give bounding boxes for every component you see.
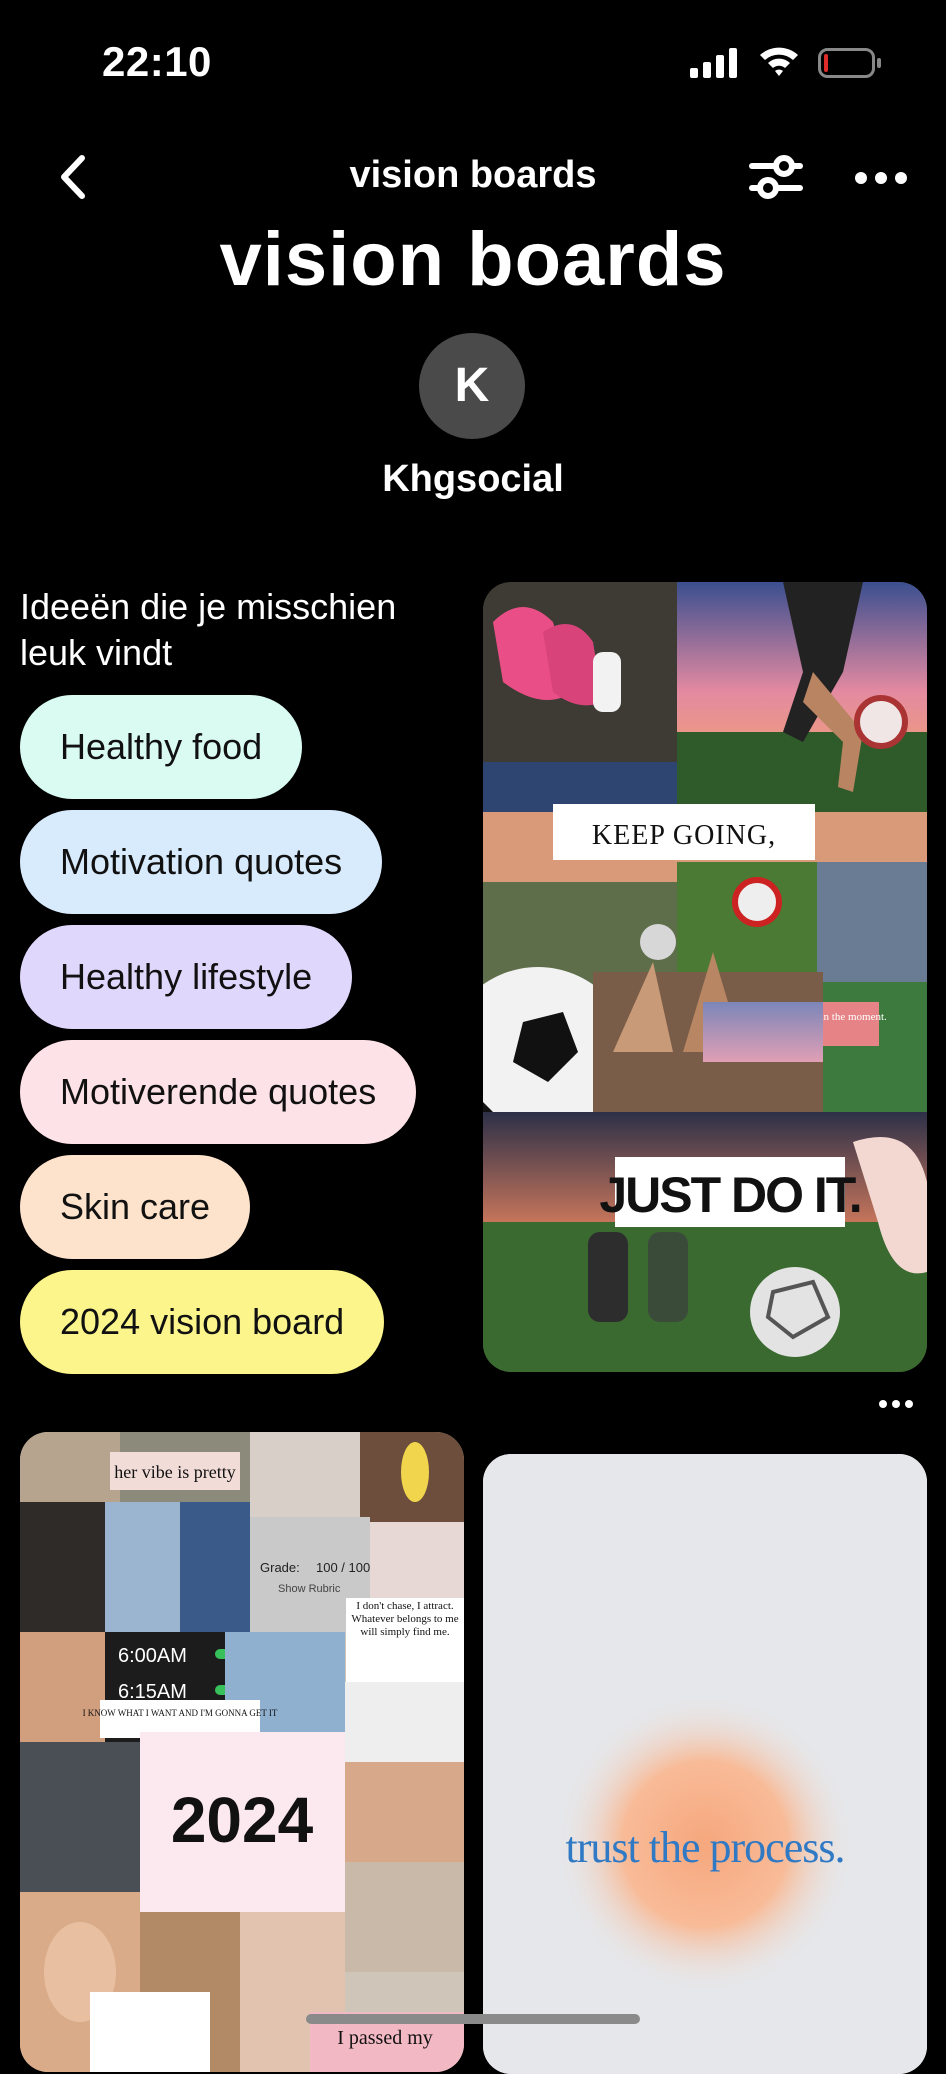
owner-name[interactable]: Khgsocial xyxy=(0,458,946,501)
idea-chip-healthy-food[interactable]: Healthy food xyxy=(20,695,303,799)
keep-going-text: KEEP GOING, xyxy=(592,820,776,851)
pin-more-icon[interactable] xyxy=(878,1396,914,1412)
avatar[interactable]: K xyxy=(419,333,525,439)
her-vibe-text: her vibe is pretty xyxy=(114,1462,235,1482)
idea-chip-healthy-lifestyle[interactable]: Healthy lifestyle xyxy=(20,925,353,1029)
year-2024: 2024 xyxy=(171,1784,314,1856)
just-do-it-text: JUST DO IT. xyxy=(599,1167,860,1223)
alarm-2: 6:15AM xyxy=(118,1681,187,1703)
board-title: vision boards xyxy=(219,217,727,302)
trust-process-text: trust the process. xyxy=(566,1823,845,1872)
passed-text: I passed my xyxy=(337,2027,433,2049)
know-text: I KNOW WHAT I WANT AND I'M GONNA GET IT xyxy=(83,1708,278,1718)
grade-value: 100 / 100 xyxy=(316,1560,370,1575)
status-time: 22:10 xyxy=(102,38,212,85)
signal-icon xyxy=(690,48,737,78)
pin-trust-the-process[interactable]: trust the process. xyxy=(483,1454,927,2074)
idea-chip-motivation-quotes[interactable]: Motivation quotes xyxy=(20,810,383,914)
filter-icon[interactable] xyxy=(748,154,804,200)
idea-chip-skin-care[interactable]: Skin care xyxy=(20,1155,251,1259)
chase-quote: I don't chase, I attract. Whatever belon… xyxy=(351,1600,459,1638)
ideas-heading: Ideeën die je misschien leuk vindt xyxy=(20,586,397,673)
trust-process-image: trust the process. xyxy=(483,1454,927,2074)
vision-collage-image: her vibe is pretty Grade: 100 / 100 Show… xyxy=(20,1432,464,2072)
rubric-text: Show Rubric xyxy=(278,1583,341,1595)
nav-title: vision boards xyxy=(349,154,597,196)
idea-chip-2024-vision-board[interactable]: 2024 vision board xyxy=(20,1270,385,1374)
pin-soccer-vision-board[interactable]: KEEP GOING, live in the moment. JUST DO … xyxy=(483,582,927,1372)
more-options-icon[interactable] xyxy=(854,166,908,190)
pin-2024-vision-board[interactable]: her vibe is pretty Grade: 100 / 100 Show… xyxy=(20,1432,464,2072)
soccer-collage-image: KEEP GOING, live in the moment. JUST DO … xyxy=(483,582,927,1372)
grade-label: Grade: xyxy=(260,1560,300,1575)
alarm-1: 6:00AM xyxy=(118,1645,187,1667)
battery-icon xyxy=(818,48,881,78)
idea-chip-motiverende-quotes[interactable]: Motiverende quotes xyxy=(20,1040,417,1144)
wifi-icon xyxy=(760,47,798,76)
home-indicator xyxy=(306,2014,640,2024)
